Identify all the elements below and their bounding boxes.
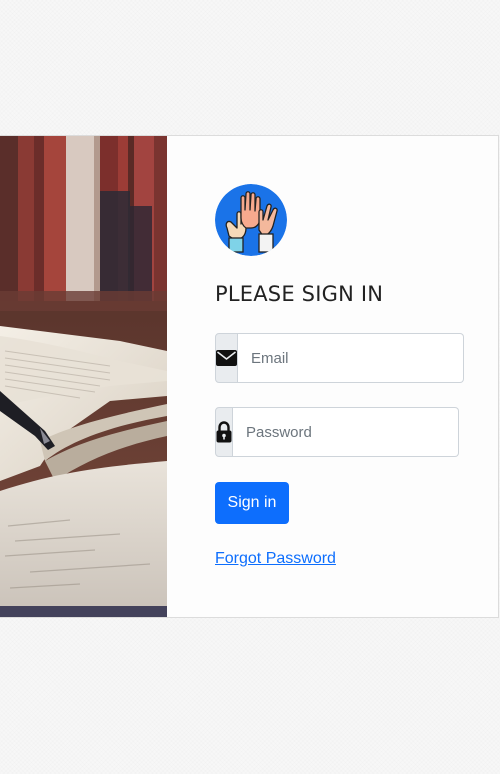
envelope-icon <box>215 333 238 383</box>
book-photo <box>0 136 167 617</box>
page-title: PLEASE SIGN IN <box>215 282 384 306</box>
login-card: PLEASE SIGN IN Sign in F <box>0 135 499 618</box>
password-field[interactable] <box>233 407 459 457</box>
raised-hands-logo <box>215 184 287 256</box>
password-input-group <box>215 407 459 457</box>
email-input-group <box>215 333 464 383</box>
raised-hands-icon <box>215 184 287 256</box>
email-field[interactable] <box>238 333 464 383</box>
open-book-image <box>0 136 167 617</box>
login-form-panel: PLEASE SIGN IN Sign in F <box>167 136 498 617</box>
lock-icon <box>215 407 233 457</box>
lock-icon-svg <box>216 421 232 443</box>
forgot-password-link[interactable]: Forgot Password <box>215 550 336 568</box>
sign-in-button[interactable]: Sign in <box>215 482 289 524</box>
envelope-icon-svg <box>216 350 237 366</box>
